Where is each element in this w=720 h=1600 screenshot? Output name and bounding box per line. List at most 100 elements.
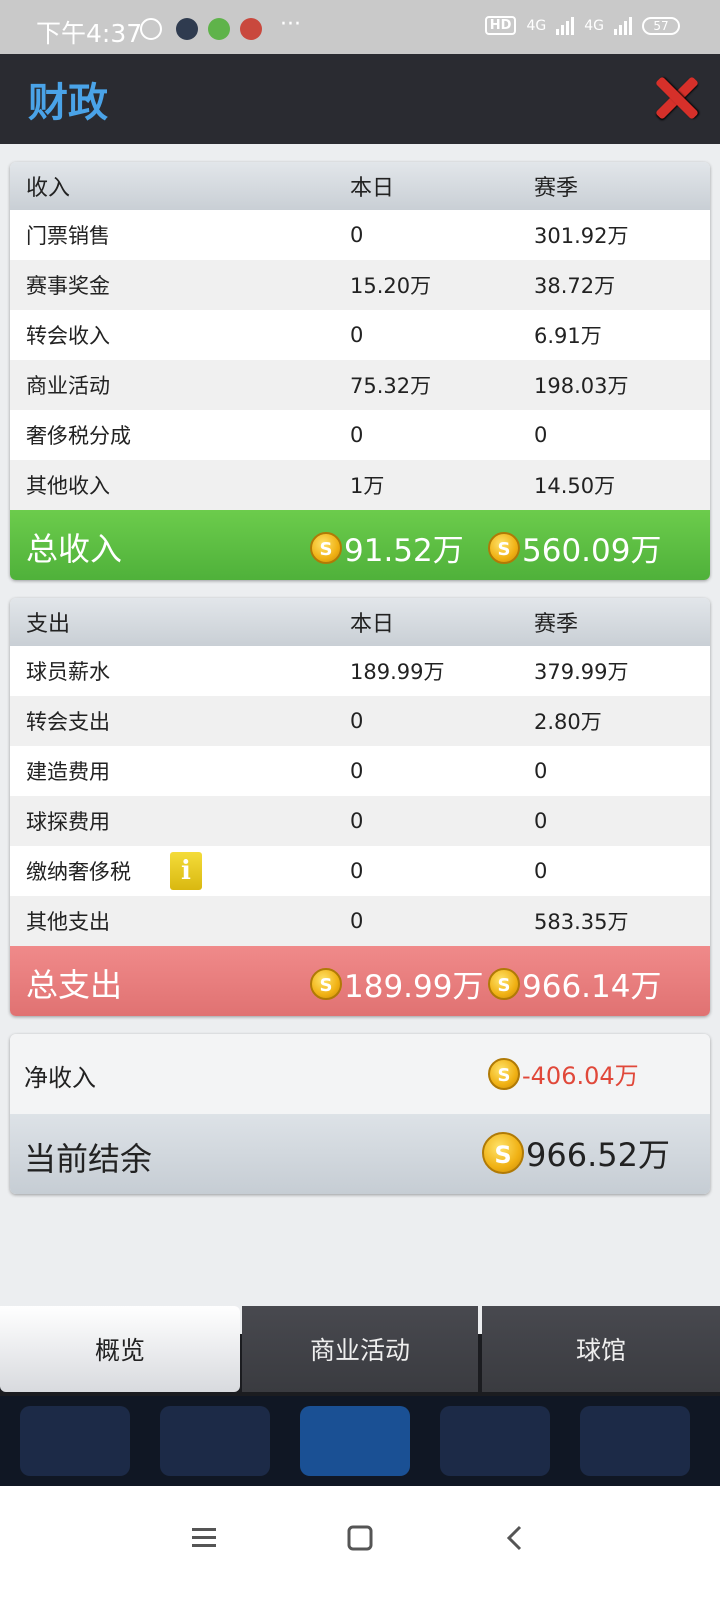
- menu-icon[interactable]: [190, 1524, 218, 1552]
- status-right: HD 4G 4G 57: [484, 16, 680, 35]
- row-day: 189.99万: [350, 660, 445, 684]
- row-season: 0: [534, 809, 548, 833]
- expense-col-season: 赛季: [534, 612, 579, 637]
- bottom-tabs: 概览 商业活动 球馆: [0, 1306, 720, 1396]
- game-menu-bar: [0, 1396, 720, 1486]
- row-day: 0: [350, 223, 364, 247]
- coin-icon: S: [488, 967, 520, 1000]
- page-title: 财政: [28, 80, 108, 126]
- balance-label: 当前结余: [24, 1140, 153, 1178]
- row-label: 其他支出: [26, 910, 110, 934]
- income-row-luxury-tax-share: 奢侈税分成 0 0: [10, 410, 710, 460]
- income-total-row: 总收入 S 91.52万 S 560.09万: [10, 510, 710, 580]
- status-bar: 下午4:37 ··· HD 4G 4G 57: [0, 0, 720, 54]
- info-icon[interactable]: i: [170, 852, 202, 890]
- tab-commercial[interactable]: 商业活动: [242, 1306, 478, 1392]
- row-label: 转会支出: [26, 710, 110, 734]
- expense-col-day: 本日: [350, 612, 395, 637]
- expense-row-other: 其他支出 0 583.35万: [10, 896, 710, 946]
- coin-icon: S: [310, 967, 342, 1000]
- income-total-season-value: 560.09万: [522, 533, 662, 569]
- expense-header-row: 支出 本日 赛季: [10, 598, 710, 646]
- income-header-row: 收入 本日 赛季: [10, 162, 710, 210]
- signal-1-icon: [556, 16, 575, 35]
- balance-amount: 966.52万: [526, 1136, 670, 1174]
- expense-row-transfer: 转会支出 0 2.80万: [10, 696, 710, 746]
- row-season: 6.91万: [534, 324, 602, 348]
- income-panel: 收入 本日 赛季 门票销售 0 301.92万 赛事奖金 15.20万 38.7…: [10, 162, 710, 580]
- income-row-commercial: 商业活动 75.32万 198.03万: [10, 360, 710, 410]
- row-label: 球探费用: [26, 810, 110, 834]
- row-day: 0: [350, 423, 364, 447]
- income-col-label: 收入: [26, 176, 71, 201]
- expense-row-salary: 球员薪水 189.99万 379.99万: [10, 646, 710, 696]
- row-season: 583.35万: [534, 910, 629, 934]
- expense-row-construction: 建造费用 0 0: [10, 746, 710, 796]
- row-day: 0: [350, 323, 364, 347]
- app-pig-icon: [240, 18, 262, 40]
- summary-panel: 净收入 S -406.04万 当前结余 S 966.52万: [10, 1034, 710, 1194]
- row-season: 0: [534, 759, 548, 783]
- row-label: 其他收入: [26, 474, 110, 498]
- row-season: 198.03万: [534, 374, 629, 398]
- app-notification-icon: [176, 18, 198, 40]
- tab-arena[interactable]: 球馆: [482, 1306, 720, 1392]
- row-day: 0: [350, 909, 364, 933]
- menu-shortcut-icon: [20, 1406, 130, 1476]
- row-label: 奢侈税分成: [26, 424, 131, 448]
- row-label: 转会收入: [26, 324, 110, 348]
- tab-overview[interactable]: 概览: [0, 1306, 240, 1392]
- income-row-other: 其他收入 1万 14.50万: [10, 460, 710, 510]
- income-total-season: S 560.09万: [488, 525, 661, 570]
- row-day: 0: [350, 709, 364, 733]
- income-total-day: S 91.52万: [310, 525, 464, 570]
- row-label: 赛事奖金: [26, 274, 110, 298]
- signal-2-icon: [614, 16, 632, 35]
- coin-icon: S: [488, 1057, 520, 1090]
- finance-content: 收入 本日 赛季 门票销售 0 301.92万 赛事奖金 15.20万 38.7…: [0, 144, 720, 1334]
- expense-row-scouting: 球探费用 0 0: [10, 796, 710, 846]
- row-season: 2.80万: [534, 710, 602, 734]
- row-day: 15.20万: [350, 274, 432, 298]
- expense-total-row: 总支出 S 189.99万 S 966.14万: [10, 946, 710, 1016]
- income-total-label: 总收入: [26, 530, 123, 568]
- signal-1-label: 4G: [526, 17, 547, 34]
- expense-col-label: 支出: [26, 612, 71, 637]
- status-time: 下午4:37: [36, 19, 143, 48]
- status-more: ···: [280, 12, 301, 37]
- expense-total-season: S 966.14万: [488, 961, 661, 1006]
- alarm-icon: [140, 18, 162, 40]
- coin-icon: S: [482, 1132, 524, 1174]
- battery-icon: 57: [642, 16, 680, 35]
- income-col-day: 本日: [350, 176, 395, 201]
- expense-row-luxury-tax: 缴纳奢侈税 i 0 0: [10, 846, 710, 896]
- balance-value: S 966.52万: [482, 1130, 670, 1176]
- menu-shortcut-icon: [300, 1406, 410, 1476]
- income-row-prize: 赛事奖金 15.20万 38.72万: [10, 260, 710, 310]
- menu-shortcut-icon: [580, 1406, 690, 1476]
- system-nav-bar: [0, 1486, 720, 1600]
- row-label: 建造费用: [26, 760, 110, 784]
- finance-header: 财政: [0, 54, 720, 144]
- coin-icon: S: [488, 531, 520, 564]
- menu-shortcut-icon: [440, 1406, 550, 1476]
- row-day: 1万: [350, 474, 385, 498]
- back-icon[interactable]: [502, 1524, 530, 1552]
- row-label: 门票销售: [26, 224, 110, 248]
- home-icon[interactable]: [346, 1524, 374, 1552]
- net-income-value: S -406.04万: [488, 1056, 639, 1091]
- net-income-amount: -406.04万: [522, 1062, 639, 1090]
- net-income-label: 净收入: [24, 1064, 96, 1092]
- row-day: 0: [350, 859, 364, 883]
- expense-total-day: S 189.99万: [310, 961, 483, 1006]
- row-label: 球员薪水: [26, 660, 110, 684]
- row-season: 301.92万: [534, 224, 629, 248]
- expense-total-label: 总支出: [26, 966, 123, 1004]
- income-col-season: 赛季: [534, 176, 579, 201]
- row-season: 0: [534, 859, 548, 883]
- hd-badge: HD: [484, 16, 517, 35]
- row-day: 0: [350, 809, 364, 833]
- net-income-row: 净收入 S -406.04万: [10, 1034, 710, 1114]
- close-icon[interactable]: [654, 76, 698, 120]
- row-label: 缴纳奢侈税: [26, 860, 131, 884]
